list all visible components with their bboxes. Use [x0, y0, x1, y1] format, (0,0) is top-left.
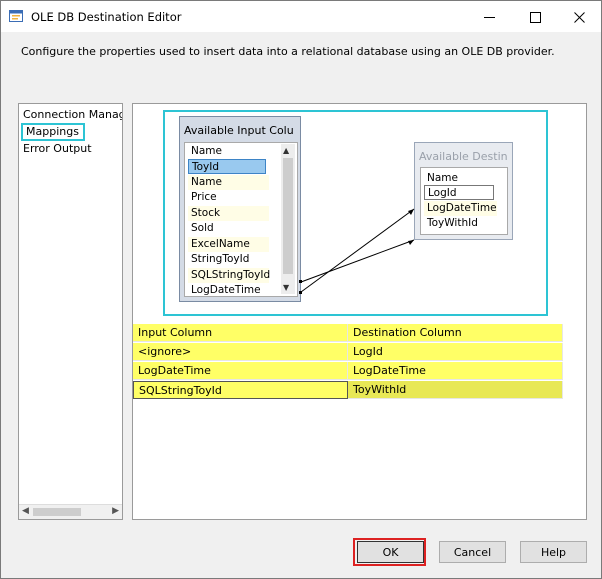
- mappings-panel: Available Input Columns Name ToyId Name …: [132, 103, 587, 520]
- page-description: Configure the properties used to insert …: [21, 45, 555, 58]
- minimize-button[interactable]: [467, 3, 511, 31]
- mapping-arrowhead: [408, 209, 414, 215]
- grid-cell-destination[interactable]: LogDateTime: [348, 362, 563, 380]
- grid-cell-destination[interactable]: LogId: [348, 343, 563, 361]
- mapping-arrowhead: [408, 240, 414, 245]
- mapping-anchor: [299, 280, 302, 283]
- help-button[interactable]: Help: [520, 541, 587, 563]
- nav-item-mappings[interactable]: Mappings: [21, 123, 85, 141]
- grid-header-input-column: Input Column: [133, 324, 348, 342]
- maximize-button[interactable]: [513, 3, 557, 31]
- mapping-anchor: [299, 291, 302, 294]
- nav-horizontal-scrollbar[interactable]: ◀ ▶: [19, 504, 122, 519]
- navigation-list: Connection Manager Mappings Error Output…: [18, 103, 123, 520]
- minimize-icon: [483, 16, 495, 18]
- close-icon: [573, 11, 585, 23]
- grid-cell-destination[interactable]: ToyWithId: [348, 381, 563, 399]
- grid-cell-input[interactable]: LogDateTime: [133, 362, 348, 380]
- scroll-thumb[interactable]: [33, 508, 81, 516]
- grid-header-destination-column: Destination Column: [348, 324, 563, 342]
- mapping-line-logdatetime-to-logdatetime: [300, 208, 415, 293]
- cancel-button[interactable]: Cancel: [439, 541, 506, 563]
- maximize-icon: [529, 11, 541, 23]
- scroll-left-icon[interactable]: ◀: [22, 506, 29, 516]
- mapping-line-sqlstringtoyid-to-toywithid: [300, 239, 415, 283]
- scroll-right-icon[interactable]: ▶: [112, 506, 119, 516]
- ok-button[interactable]: OK: [357, 541, 424, 563]
- nav-item-error-output[interactable]: Error Output: [23, 142, 92, 155]
- window-title: OLE DB Destination Editor: [31, 10, 182, 24]
- close-button[interactable]: [557, 3, 601, 31]
- nav-item-connection-manager[interactable]: Connection Manager: [23, 108, 122, 121]
- mapping-diagram: Available Input Columns Name ToyId Name …: [163, 110, 548, 316]
- mapping-lines: [299, 208, 415, 294]
- title-bar: OLE DB Destination Editor: [1, 1, 601, 32]
- grid-cell-input[interactable]: SQLStringToyId: [133, 381, 348, 399]
- ole-db-destination-editor-window: OLE DB Destination Editor Configure the …: [0, 0, 602, 579]
- grid-cell-input[interactable]: <ignore>: [133, 343, 348, 361]
- app-icon: [9, 10, 23, 22]
